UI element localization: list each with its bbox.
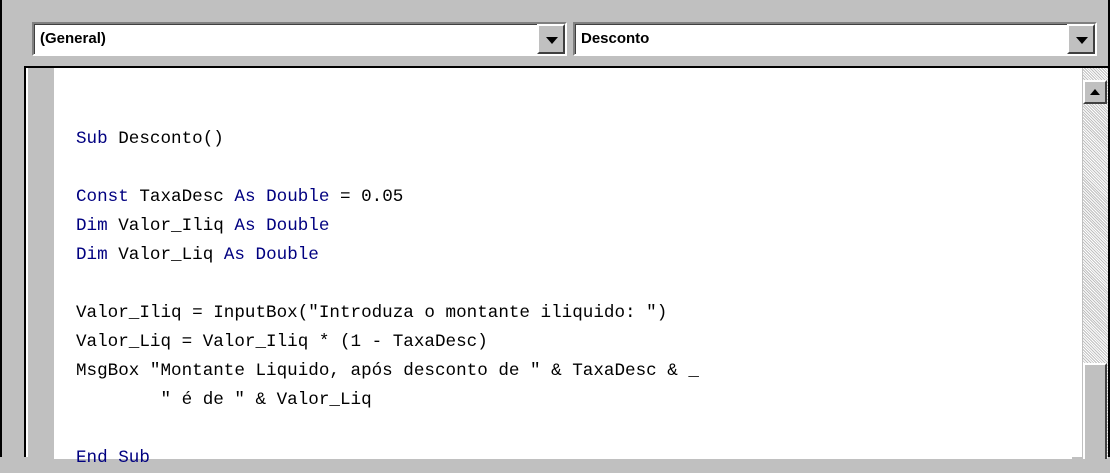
code-keyword: Double xyxy=(266,216,330,236)
code-line[interactable]: Const TaxaDesc As Double = 0.05 xyxy=(76,183,699,212)
code-text[interactable]: Sub Desconto() Const TaxaDesc As Double … xyxy=(76,96,699,473)
code-line[interactable] xyxy=(76,154,699,183)
code-line[interactable] xyxy=(76,415,699,444)
vba-code-window: (General) Desconto Sub Desconto() Const … xyxy=(0,0,1110,468)
procedure-combo-value: Desconto xyxy=(581,30,650,47)
code-token: Desconto() xyxy=(107,129,224,149)
code-token: Valor_Iliq = InputBox("Introduza o monta… xyxy=(76,303,668,323)
procedure-combo[interactable]: Desconto xyxy=(573,22,1097,56)
margin-indicator-bar[interactable] xyxy=(28,68,54,459)
code-line[interactable]: Valor_Iliq = InputBox("Introduza o monta… xyxy=(76,299,699,328)
code-line[interactable]: Dim Valor_Liq As Double xyxy=(76,241,699,270)
code-editor-frame: Sub Desconto() Const TaxaDesc As Double … xyxy=(24,66,1108,468)
code-line[interactable] xyxy=(76,270,699,299)
code-editor[interactable]: Sub Desconto() Const TaxaDesc As Double … xyxy=(54,68,1072,468)
code-keyword: Dim xyxy=(76,245,108,265)
code-token: Valor_Iliq xyxy=(107,216,235,236)
vertical-scrollbar[interactable] xyxy=(1082,68,1108,459)
scroll-thumb[interactable] xyxy=(1083,363,1107,459)
code-keyword: Const xyxy=(76,187,129,207)
object-combo-value: (General) xyxy=(40,30,106,47)
code-keyword: Double xyxy=(266,187,330,207)
chevron-down-icon xyxy=(546,37,558,44)
chevron-down-icon xyxy=(1076,37,1088,44)
code-token: MsgBox "Montante Liquido, após desconto … xyxy=(76,361,699,381)
code-keyword: End xyxy=(76,448,108,468)
code-line[interactable]: Sub Desconto() xyxy=(76,125,699,154)
code-line[interactable] xyxy=(76,96,699,125)
code-line[interactable]: Dim Valor_Iliq As Double xyxy=(76,212,699,241)
object-combo[interactable]: (General) xyxy=(32,22,567,56)
arrow-up-icon xyxy=(1090,89,1100,95)
code-keyword: As xyxy=(234,216,256,236)
code-keyword: Sub xyxy=(76,129,108,149)
code-token: Valor_Liq xyxy=(107,245,224,265)
code-window-toolbar: (General) Desconto xyxy=(2,0,1108,60)
object-combo-dropdown-button[interactable] xyxy=(537,24,565,54)
code-keyword: Dim xyxy=(76,216,108,236)
code-line[interactable]: Valor_Liq = Valor_Iliq * (1 - TaxaDesc) xyxy=(76,328,699,357)
code-keyword: Double xyxy=(255,245,319,265)
procedure-combo-dropdown-button[interactable] xyxy=(1067,24,1095,54)
code-keyword: As xyxy=(234,187,256,207)
code-keyword: Sub xyxy=(118,448,150,468)
code-token: TaxaDesc xyxy=(128,187,235,207)
scroll-up-button[interactable] xyxy=(1083,80,1107,104)
code-token: = 0.05 xyxy=(329,187,404,207)
code-line[interactable]: " é de " & Valor_Liq xyxy=(76,386,699,415)
code-line[interactable]: End Sub xyxy=(76,444,699,473)
code-line[interactable]: MsgBox "Montante Liquido, após desconto … xyxy=(76,357,699,386)
code-token: " é de " & Valor_Liq xyxy=(76,390,372,410)
code-keyword: As xyxy=(223,245,245,265)
code-token: Valor_Liq = Valor_Iliq * (1 - TaxaDesc) xyxy=(76,332,488,352)
